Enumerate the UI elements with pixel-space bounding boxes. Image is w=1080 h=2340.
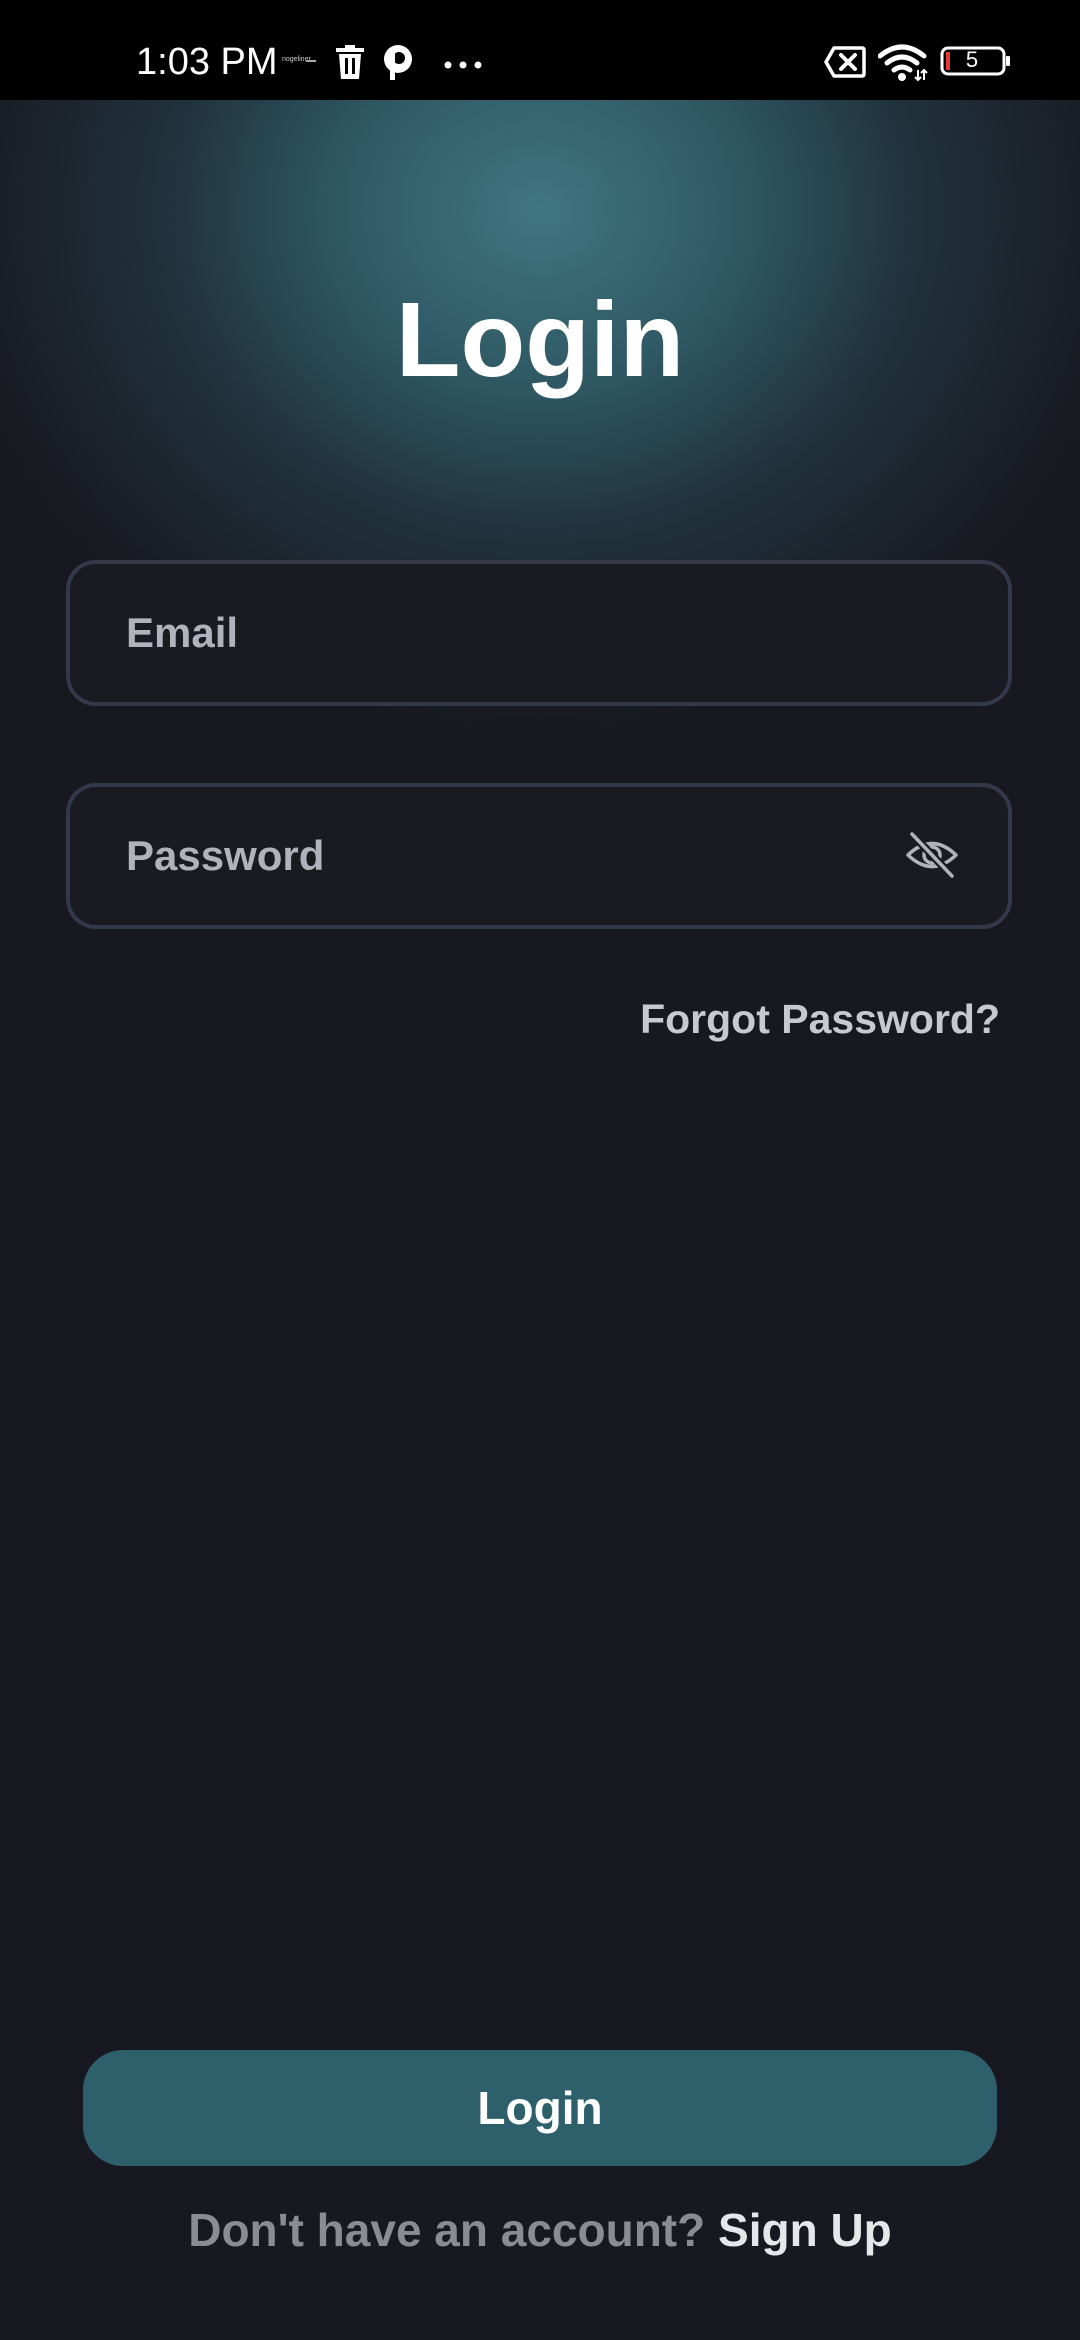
status-bar: 1:03 PM nogeliner 5 [0,0,1080,100]
status-time: 1:03 PM [136,41,278,83]
login-button[interactable]: Login [83,2050,997,2166]
screen-x-icon [824,46,866,83]
signup-link[interactable]: Sign Up [718,2204,892,2256]
page-title: Login [395,281,685,399]
password-field[interactable] [126,787,906,925]
p-app-icon [382,44,414,85]
email-field[interactable] [126,564,906,702]
login-content: Login Forgot Password? Login Don't have … [0,100,1080,2340]
email-field-container [66,560,1012,706]
trash-icon [335,45,365,84]
status-divider [306,60,316,62]
eye-off-icon[interactable] [904,830,960,880]
more-dots-icon [444,57,482,75]
battery-level: 5 [965,47,979,72]
password-field-container [66,783,1012,929]
login-screen: 1:03 PM nogeliner 5 Login Email Forgot P… [0,0,1080,2340]
forgot-password-link[interactable]: Forgot Password? [640,995,1000,1043]
signup-prompt: Don't have an account? [188,2204,706,2256]
signup-row: Don't have an account? Sign Up [0,2202,1080,2258]
wifi-icon [877,44,928,87]
